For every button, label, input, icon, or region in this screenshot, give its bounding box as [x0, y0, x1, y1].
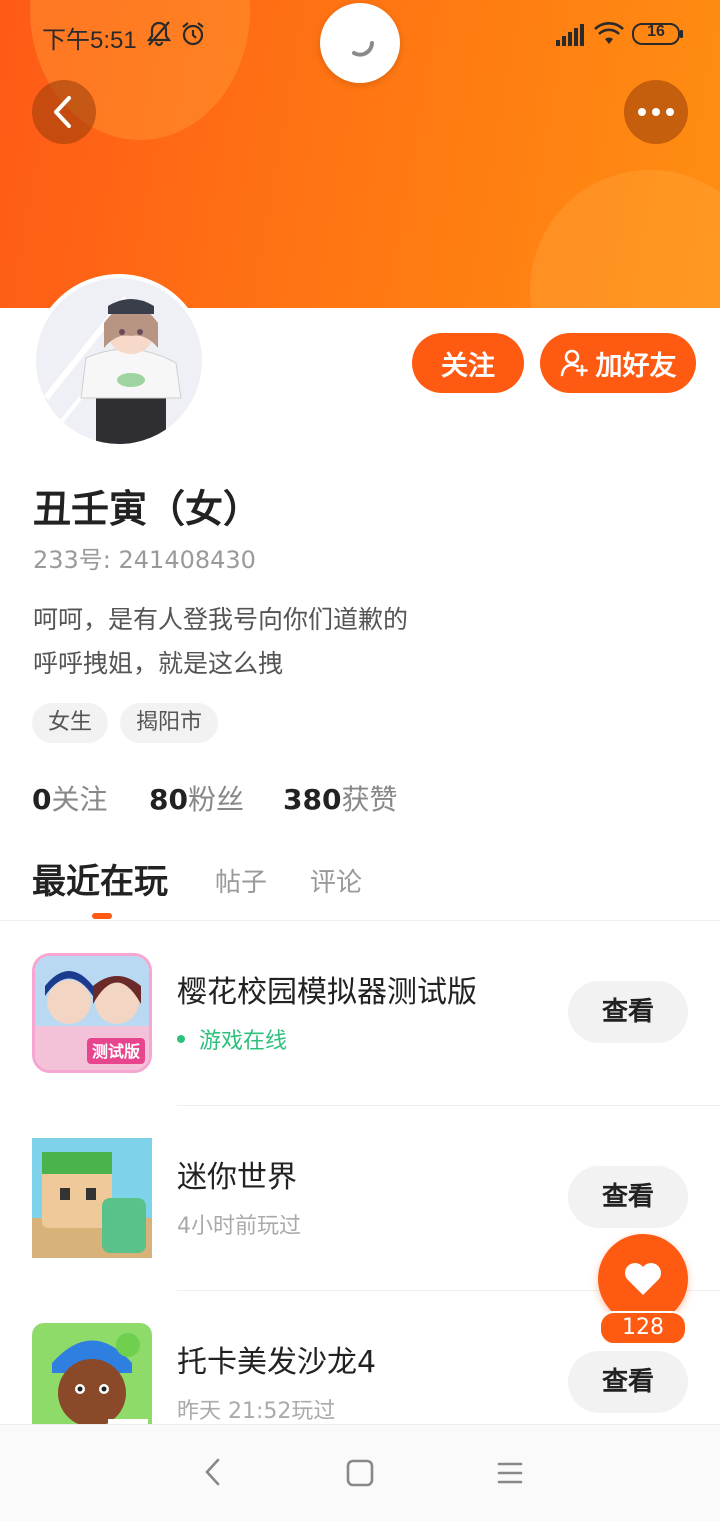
like-count: 128	[599, 1311, 687, 1345]
mute-bell-icon	[146, 20, 172, 52]
add-friend-button[interactable]: 加好友	[540, 333, 696, 393]
nav-home-icon[interactable]	[346, 1459, 374, 1491]
game-title: 托卡美发沙龙4	[177, 1345, 377, 1380]
avatar[interactable]	[32, 274, 206, 448]
bio-line: 呵呵，是有人登我号向你们道歉的	[33, 605, 409, 634]
game-status: 游戏在线	[177, 1023, 287, 1055]
heart-icon	[625, 1263, 661, 1295]
profile-bio: 呵呵，是有人登我号向你们道歉的 呼呼拽姐，就是这么拽	[33, 598, 408, 686]
nav-back-icon[interactable]	[200, 1457, 226, 1491]
online-dot-icon	[177, 1035, 185, 1043]
stat-value: 380	[283, 783, 342, 816]
game-status: 4小时前玩过	[177, 1214, 301, 1239]
add-friend-label: 加好友	[595, 350, 677, 382]
nav-menu-icon[interactable]	[496, 1460, 524, 1490]
game-title: 樱花校园模拟器测试版	[177, 975, 477, 1010]
loading-indicator	[320, 3, 400, 83]
banner-decoration	[530, 170, 720, 308]
game-status-text: 游戏在线	[199, 1029, 288, 1054]
tag-gender: 女生	[32, 703, 109, 743]
back-button[interactable]	[32, 80, 96, 144]
status-time: 下午5:51	[42, 27, 137, 54]
tag-city: 揭阳市	[120, 703, 219, 743]
active-tab-indicator	[92, 913, 112, 919]
stat-value: 0	[32, 783, 52, 816]
game-badge-text: 测试版	[92, 1042, 140, 1061]
tab-recently-played[interactable]: 最近在玩	[32, 854, 168, 903]
game-icon: 测试版	[32, 953, 152, 1073]
game-title: 迷你世界	[177, 1160, 297, 1195]
wifi-icon	[594, 22, 624, 50]
profile-name: 丑壬寅（女）	[33, 487, 262, 531]
signal-icon	[556, 24, 586, 50]
battery-level: 16	[647, 23, 665, 40]
more-button[interactable]	[624, 80, 688, 144]
ellipsis-icon	[638, 108, 674, 116]
stat-following[interactable]: 0关注	[32, 778, 108, 818]
alarm-icon	[180, 20, 206, 52]
stat-followers[interactable]: 80粉丝	[149, 778, 244, 818]
stat-label: 关注	[51, 783, 108, 816]
system-nav-bar	[0, 1424, 720, 1521]
bio-line: 呼呼拽姐，就是这么拽	[33, 649, 284, 678]
view-button[interactable]: 查看	[568, 1166, 688, 1228]
stat-label: 粉丝	[187, 783, 244, 816]
battery-icon: 16	[632, 22, 684, 50]
list-item[interactable]: 测试版 樱花校园模拟器测试版 游戏在线 查看	[0, 921, 720, 1106]
profile-uid: 233号: 241408430	[33, 546, 256, 574]
spinner-icon	[352, 41, 374, 57]
game-icon	[32, 1138, 152, 1258]
add-user-icon	[560, 349, 588, 377]
tab-comments[interactable]: 评论	[310, 862, 362, 899]
view-button[interactable]: 查看	[568, 1351, 688, 1413]
avatar-image	[36, 278, 202, 444]
view-button[interactable]: 查看	[568, 981, 688, 1043]
stat-likes[interactable]: 380获赞	[283, 778, 397, 818]
stat-label: 获赞	[341, 783, 398, 816]
tab-posts[interactable]: 帖子	[215, 862, 267, 899]
game-status: 昨天 21:52玩过	[177, 1399, 336, 1424]
follow-button[interactable]: 关注	[412, 333, 524, 393]
chevron-left-icon	[54, 96, 71, 128]
stat-value: 80	[149, 783, 188, 816]
